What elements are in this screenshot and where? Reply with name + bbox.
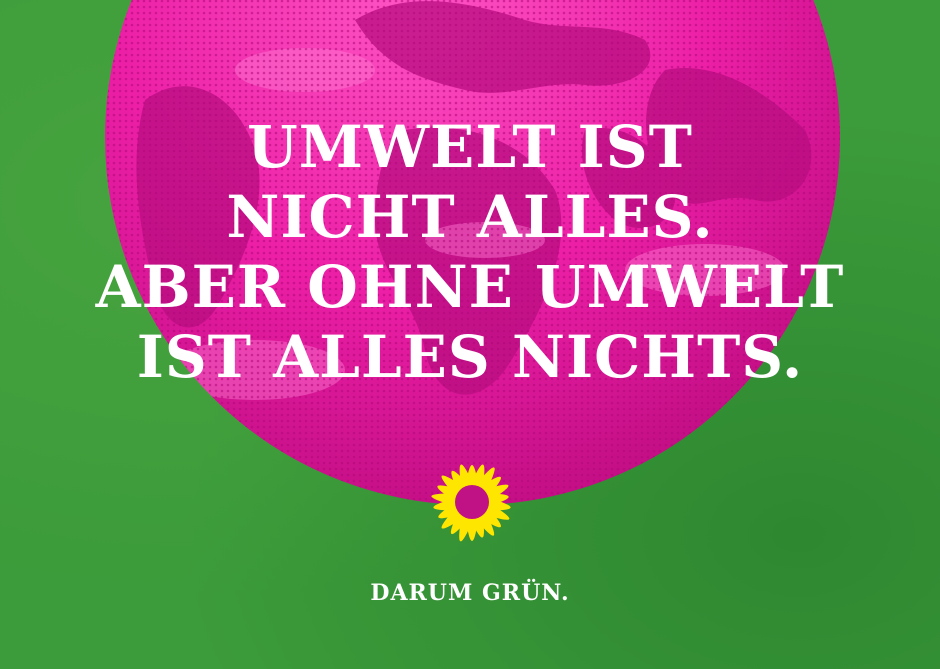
sunflower-center xyxy=(455,485,489,519)
election-poster: UMWELT IST NICHT ALLES. ABER OHNE UMWELT… xyxy=(0,0,940,669)
claim-text: DARUM GRÜN. xyxy=(370,580,570,606)
headline-line-2: NICHT ALLES. xyxy=(226,183,714,251)
sunflower-icon xyxy=(431,464,511,542)
headline: UMWELT IST NICHT ALLES. ABER OHNE UMWELT… xyxy=(0,112,940,392)
headline-line-1: UMWELT IST xyxy=(247,113,693,181)
headline-line-3: ABER OHNE UMWELT xyxy=(95,253,845,321)
imprint-fine-print xyxy=(3,480,13,640)
headline-line-4: IST ALLES NICHTS. xyxy=(136,323,804,391)
